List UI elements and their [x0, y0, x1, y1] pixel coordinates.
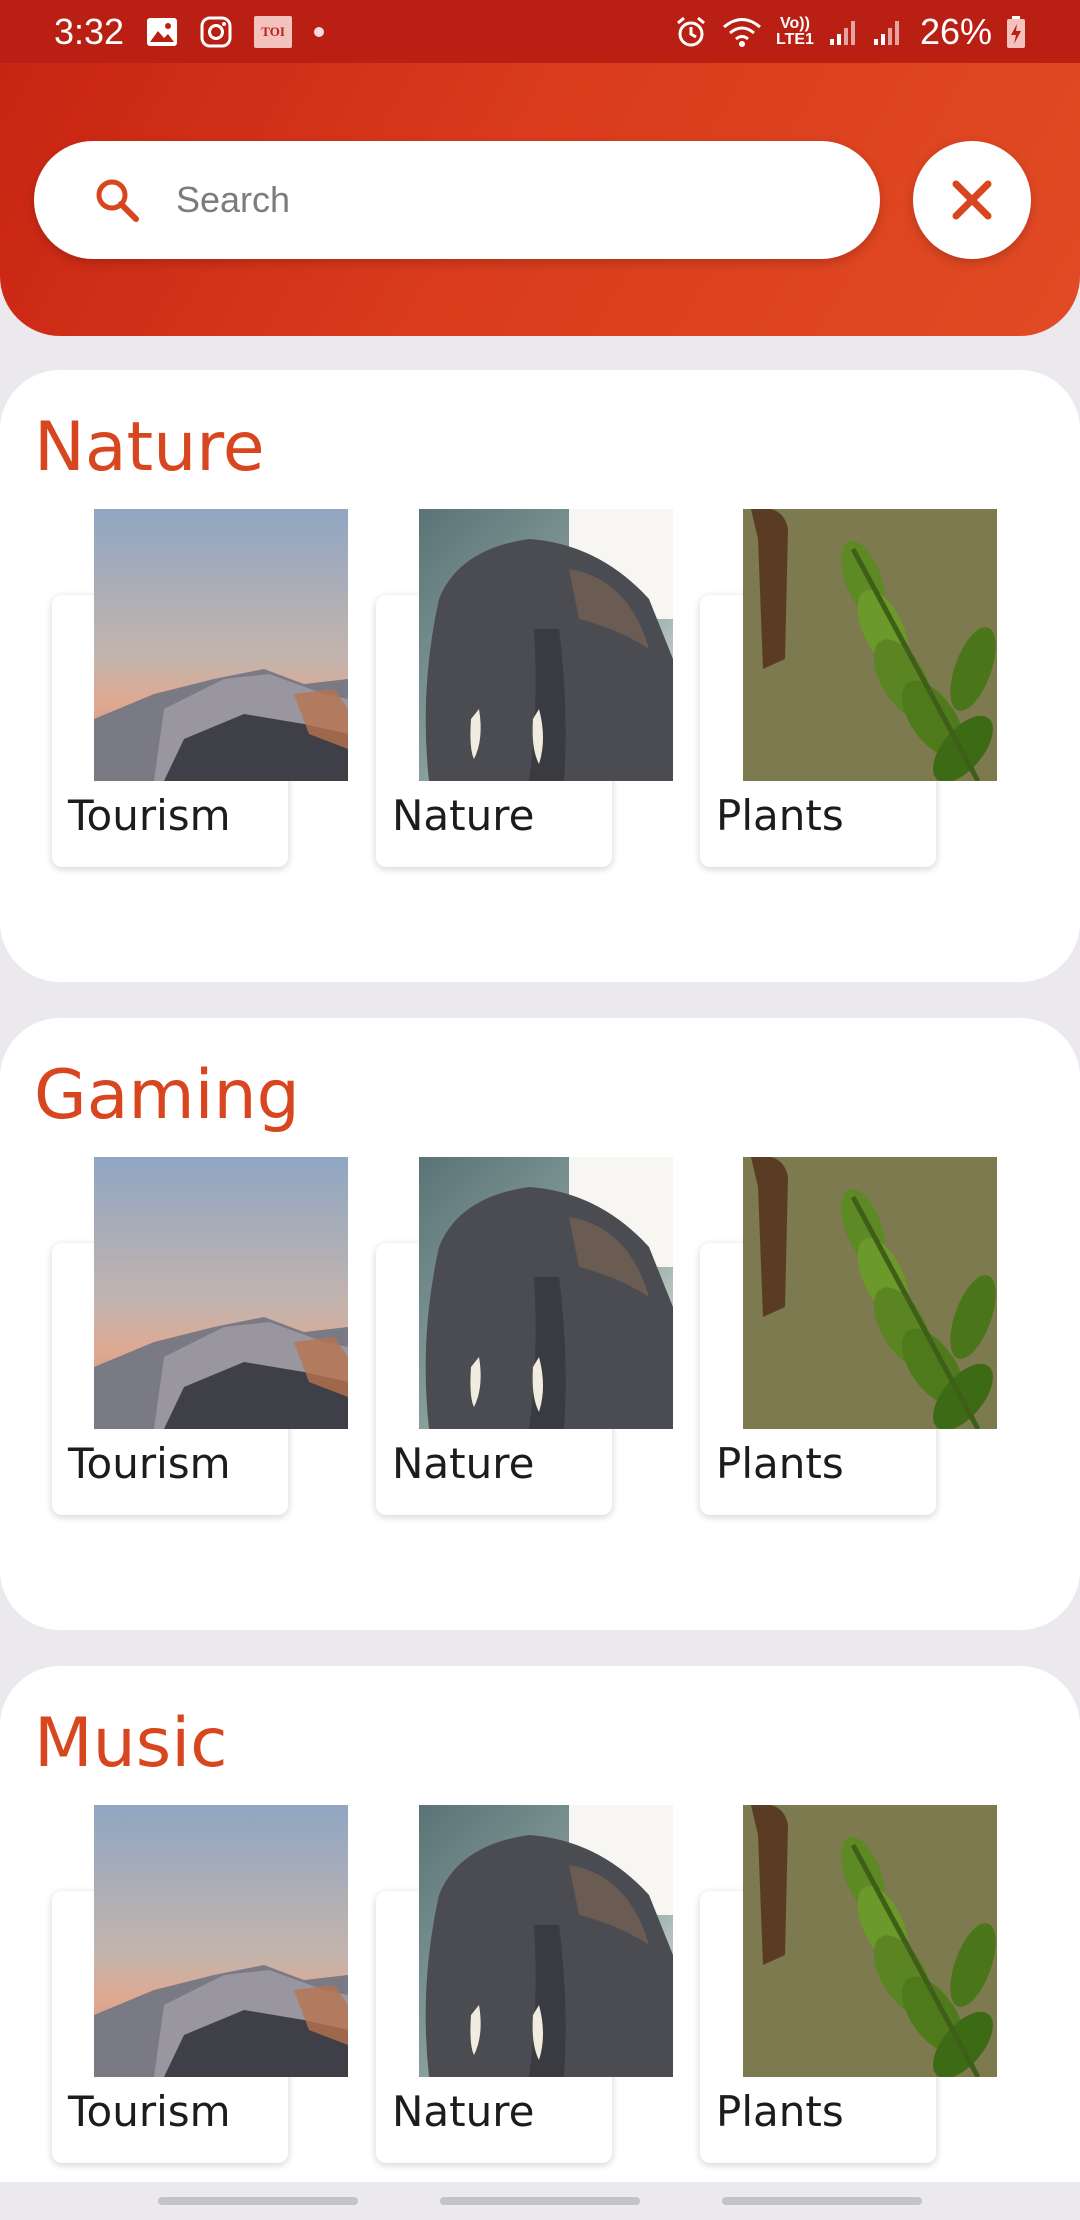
signal-icon	[828, 17, 858, 47]
status-time: 3:32	[54, 10, 125, 52]
status-left: 3:32 TOI	[54, 10, 325, 53]
card-label: Tourism	[68, 2087, 231, 2136]
lte-indicator: Vo)) LTE1	[776, 14, 814, 48]
lte-bottom-label: LTE1	[776, 30, 814, 48]
card-label: Plants	[716, 1439, 844, 1488]
section-title: Music	[34, 1704, 228, 1783]
search-input[interactable]	[176, 179, 816, 221]
close-search-button[interactable]	[913, 141, 1031, 259]
toi-icon: TOI	[254, 15, 293, 48]
search-icon	[92, 175, 142, 225]
mountain-image[interactable]	[94, 1157, 348, 1429]
card-label: Plants	[716, 2087, 844, 2136]
card-label: Tourism	[68, 1439, 231, 1488]
elephant-image[interactable]	[419, 509, 673, 781]
plant-image[interactable]	[743, 1805, 997, 2077]
alarm-icon	[674, 15, 708, 49]
card-label: Nature	[392, 2087, 535, 2136]
plant-image[interactable]	[743, 1157, 997, 1429]
search-header	[0, 63, 1080, 336]
category-section: Nature Tourism Nature Plants	[0, 370, 1080, 982]
category-section: Gaming Tourism Nature Plants	[0, 1018, 1080, 1630]
elephant-image[interactable]	[419, 1157, 673, 1429]
nav-home-button[interactable]	[440, 2197, 640, 2205]
dot-icon	[314, 26, 325, 37]
mountain-image[interactable]	[94, 509, 348, 781]
gallery-icon	[146, 17, 178, 47]
card-label: Plants	[716, 791, 844, 840]
battery-percent: 26%	[919, 10, 992, 52]
battery-charging-icon	[1006, 15, 1026, 49]
navigation-bar	[0, 2182, 1080, 2220]
wifi-icon	[722, 16, 762, 48]
mountain-image[interactable]	[94, 1805, 348, 2077]
close-icon	[950, 178, 994, 222]
signal-icon	[872, 17, 902, 47]
card-label: Nature	[392, 1439, 535, 1488]
elephant-image[interactable]	[419, 1805, 673, 2077]
status-bar: 3:32 TOI Vo)) LTE1 26%	[0, 0, 1080, 63]
status-right: Vo)) LTE1 26%	[674, 11, 1026, 53]
section-title: Gaming	[34, 1056, 300, 1135]
card-label: Tourism	[68, 791, 231, 840]
instagram-icon	[200, 16, 232, 48]
lte-top-label: Vo))	[780, 14, 810, 32]
section-title: Nature	[34, 408, 265, 487]
app-screen: 3:32 TOI Vo)) LTE1 26% Search Nature Tou…	[0, 0, 1080, 2220]
nav-recent-button[interactable]	[158, 2197, 358, 2205]
category-section: Music Tourism Nature Plants	[0, 1666, 1080, 2220]
nav-back-button[interactable]	[722, 2197, 922, 2205]
plant-image[interactable]	[743, 509, 997, 781]
card-label: Nature	[392, 791, 535, 840]
search-bar[interactable]	[34, 141, 880, 259]
